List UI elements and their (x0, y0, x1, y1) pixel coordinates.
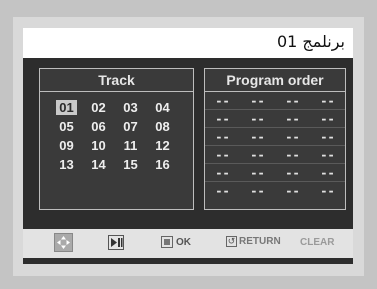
program-slot: -- (250, 111, 265, 126)
program-slot: -- (320, 129, 335, 144)
program-slot: -- (285, 93, 300, 108)
program-slot: -- (320, 93, 335, 108)
program-slot: -- (215, 165, 230, 180)
track-panel-header: Track (40, 69, 193, 92)
program-slot: -- (215, 147, 230, 162)
return-button[interactable]: ↺ RETURN (226, 236, 281, 247)
play-pause-icon[interactable] (108, 235, 124, 255)
track-grid: 01 02 03 04 05 06 07 08 09 10 11 12 13 14 15 16 (56, 100, 173, 172)
program-slot: -- (250, 93, 265, 108)
track-cell[interactable]: 02 (88, 100, 109, 115)
program-slot: -- (285, 147, 300, 162)
track-cell[interactable]: 07 (120, 119, 141, 134)
program-order-row: -- -- -- -- (205, 92, 345, 110)
program-order-grid: -- -- -- -- -- -- -- -- -- -- -- -- -- -- -- -- -- -- -- --… (205, 92, 345, 199)
ok-label: OK (176, 236, 191, 248)
track-cell[interactable]: 03 (120, 100, 141, 115)
track-cell[interactable]: 05 (56, 119, 77, 134)
program-slot: -- (320, 165, 335, 180)
program-slot: -- (215, 93, 230, 108)
program-order-row: -- -- -- -- (205, 146, 345, 164)
track-cell[interactable]: 12 (152, 138, 173, 153)
program-order-row: -- -- -- -- (205, 110, 345, 128)
track-cell[interactable]: 08 (152, 119, 173, 134)
track-cell[interactable]: 13 (56, 157, 77, 172)
navigate-cross-icon[interactable] (54, 233, 73, 252)
program-slot: -- (320, 111, 335, 126)
track-cell[interactable]: 14 (88, 157, 109, 172)
program-order-row: -- -- -- -- (205, 182, 345, 199)
program-slot: -- (285, 129, 300, 144)
program-slot: -- (215, 129, 230, 144)
program-slot: -- (250, 129, 265, 144)
track-cell[interactable]: 15 (120, 157, 141, 172)
ok-button[interactable]: OK (161, 236, 191, 248)
return-icon: ↺ (226, 236, 237, 247)
program-order-panel: Program order -- -- -- -- -- -- -- -- -- -- -- -- --… (204, 68, 346, 210)
track-panel: Track 01 02 03 04 05 06 07 08 09 10 11 12 13 14 15 16 (39, 68, 194, 210)
track-cell[interactable]: 01 (56, 100, 77, 115)
track-cell[interactable]: 09 (56, 138, 77, 153)
program-slot: -- (285, 111, 300, 126)
program-order-row: -- -- -- -- (205, 164, 345, 182)
page-title: برنلمج 01 (276, 32, 345, 51)
program-slot: -- (285, 183, 300, 198)
program-slot: -- (250, 183, 265, 198)
track-cell[interactable]: 06 (88, 119, 109, 134)
program-slot: -- (215, 111, 230, 126)
track-cell[interactable]: 10 (88, 138, 109, 153)
return-label: RETURN (239, 236, 281, 247)
program-slot: -- (250, 147, 265, 162)
program-slot: -- (320, 183, 335, 198)
track-cell[interactable]: 16 (152, 157, 173, 172)
program-order-header: Program order (205, 69, 345, 92)
program-slot: -- (285, 165, 300, 180)
program-slot: -- (320, 147, 335, 162)
track-cell[interactable]: 04 (152, 100, 173, 115)
enter-icon (161, 236, 173, 248)
program-slot: -- (250, 165, 265, 180)
program-slot: -- (215, 183, 230, 198)
clear-button[interactable]: CLEAR (300, 237, 334, 248)
program-order-row: -- -- -- -- (205, 128, 345, 146)
track-cell[interactable]: 11 (120, 138, 141, 153)
title-bar: برنلمج 01 (23, 28, 353, 58)
